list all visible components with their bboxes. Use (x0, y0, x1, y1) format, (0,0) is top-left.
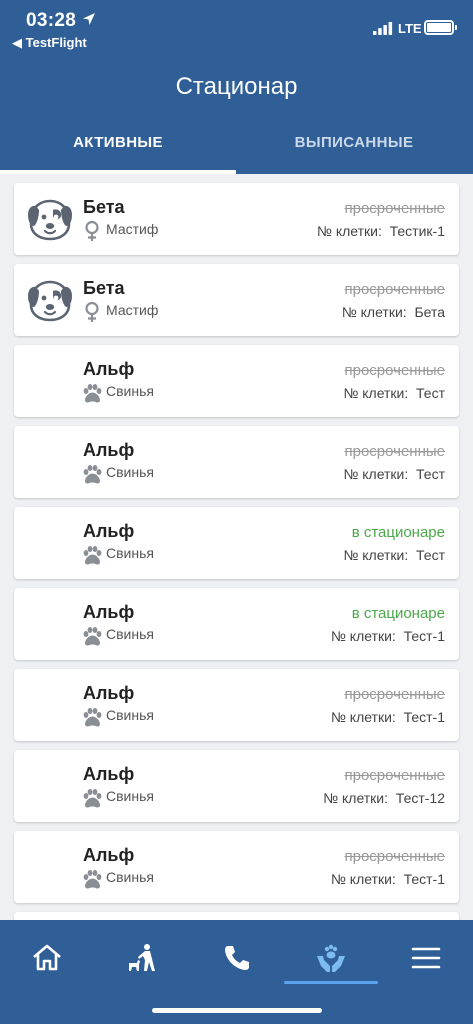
active-nav-indicator (284, 981, 378, 984)
menu-icon (411, 947, 441, 969)
patient-name: Альф (83, 602, 135, 622)
patient-status: просроченные (344, 767, 445, 784)
bottom-navigation (0, 920, 473, 1024)
back-to-app-link[interactable]: ◀ TestFlight (12, 35, 87, 51)
patient-card[interactable]: Бета Мастиф просроченные № клетки: Тестик-1 (14, 183, 459, 255)
paw-icon (81, 787, 103, 809)
patient-card[interactable]: Альф Свинья просроченные № клетки: Тест-1 (14, 831, 459, 903)
phone-icon (225, 946, 249, 970)
nav-home[interactable] (17, 930, 77, 986)
patient-breed: Свинья (106, 869, 154, 885)
patient-breed: Свинья (106, 383, 154, 399)
dog-walking-icon (129, 944, 155, 971)
patient-status: просроченные (344, 443, 445, 460)
home-icon (33, 944, 61, 971)
patient-name: Альф (83, 359, 135, 379)
cellular-signal-icon (373, 22, 393, 35)
patient-status: в стационаре (351, 524, 445, 541)
patient-card[interactable]: Альф Свинья просроченные № клетки: Тест (14, 345, 459, 417)
patient-status: просроченные (344, 200, 445, 217)
patient-card[interactable]: Альф Свинья просроченные № клетки: Тест-12 (14, 750, 459, 822)
patient-name: Бета (83, 197, 125, 217)
patient-status: в стационаре (351, 605, 445, 622)
nav-phone[interactable] (207, 930, 267, 986)
nav-menu[interactable] (396, 930, 456, 986)
patient-status: просроченные (344, 848, 445, 865)
tab-active[interactable]: АКТИВНЫЕ (0, 134, 236, 151)
paw-icon (81, 544, 103, 566)
status-bar: 03:28 ◀ TestFlight LTE (0, 0, 473, 56)
cage-number: № клетки: Тестик-1 (316, 223, 445, 239)
female-icon (81, 220, 103, 242)
patient-name: Альф (83, 521, 135, 541)
paw-icon (81, 382, 103, 404)
paw-icon (81, 463, 103, 485)
cage-number: № клетки: Тест (343, 547, 445, 563)
cage-number: № клетки: Тест (343, 466, 445, 482)
location-arrow-icon (83, 13, 95, 25)
nav-walking[interactable] (112, 930, 172, 986)
patient-breed: Мастиф (106, 302, 159, 318)
patient-name: Альф (83, 683, 135, 703)
paw-icon (81, 706, 103, 728)
patient-card[interactable]: Альф Свинья в стационаре № клетки: Тест (14, 507, 459, 579)
cage-number: № клетки: Тест-1 (330, 709, 445, 725)
patient-list: Бета Мастиф просроченные № клетки: Тестик-1… (14, 183, 459, 941)
page-title: Стационар (175, 73, 298, 100)
patient-status: просроченные (344, 281, 445, 298)
patient-breed: Мастиф (106, 221, 159, 237)
cage-number: № клетки: Тест-12 (323, 790, 445, 806)
patient-status: просроченные (344, 686, 445, 703)
patient-name: Альф (83, 845, 135, 865)
patient-name: Бета (83, 278, 125, 298)
dog-icon (26, 277, 74, 323)
patient-name: Альф (83, 440, 135, 460)
patient-breed: Свинья (106, 707, 154, 723)
patient-name: Альф (83, 764, 135, 784)
patient-card[interactable]: Альф Свинья просроченные № клетки: Тест-1 (14, 669, 459, 741)
cage-number: № клетки: Тест-1 (330, 628, 445, 644)
patient-status: просроченные (344, 362, 445, 379)
paw-icon (81, 868, 103, 890)
paw-icon (81, 625, 103, 647)
active-tab-indicator (0, 170, 236, 174)
patient-breed: Свинья (106, 464, 154, 480)
status-time: 03:28 (26, 10, 77, 31)
patient-breed: Свинья (106, 788, 154, 804)
dog-icon (26, 196, 74, 242)
cage-number: № клетки: Тест-1 (330, 871, 445, 887)
app-header: 03:28 ◀ TestFlight LTE Стационар АКТИВНЫ… (0, 0, 473, 174)
tab-discharged[interactable]: ВЫПИСАННЫЕ (236, 134, 472, 151)
patient-breed: Свинья (106, 626, 154, 642)
home-indicator[interactable] (152, 1008, 322, 1013)
female-icon (81, 301, 103, 323)
patient-card[interactable]: Альф Свинья в стационаре № клетки: Тест-1 (14, 588, 459, 660)
cage-number: № клетки: Бета (341, 304, 445, 320)
patient-breed: Свинья (106, 545, 154, 561)
patient-card[interactable]: Бета Мастиф просроченные № клетки: Бета (14, 264, 459, 336)
nav-hospital[interactable] (301, 930, 361, 986)
pet-care-hands-icon (317, 944, 345, 972)
patient-card[interactable]: Альф Свинья просроченные № клетки: Тест (14, 426, 459, 498)
network-type: LTE (398, 21, 422, 36)
battery-icon (424, 20, 457, 35)
cage-number: № клетки: Тест (343, 385, 445, 401)
